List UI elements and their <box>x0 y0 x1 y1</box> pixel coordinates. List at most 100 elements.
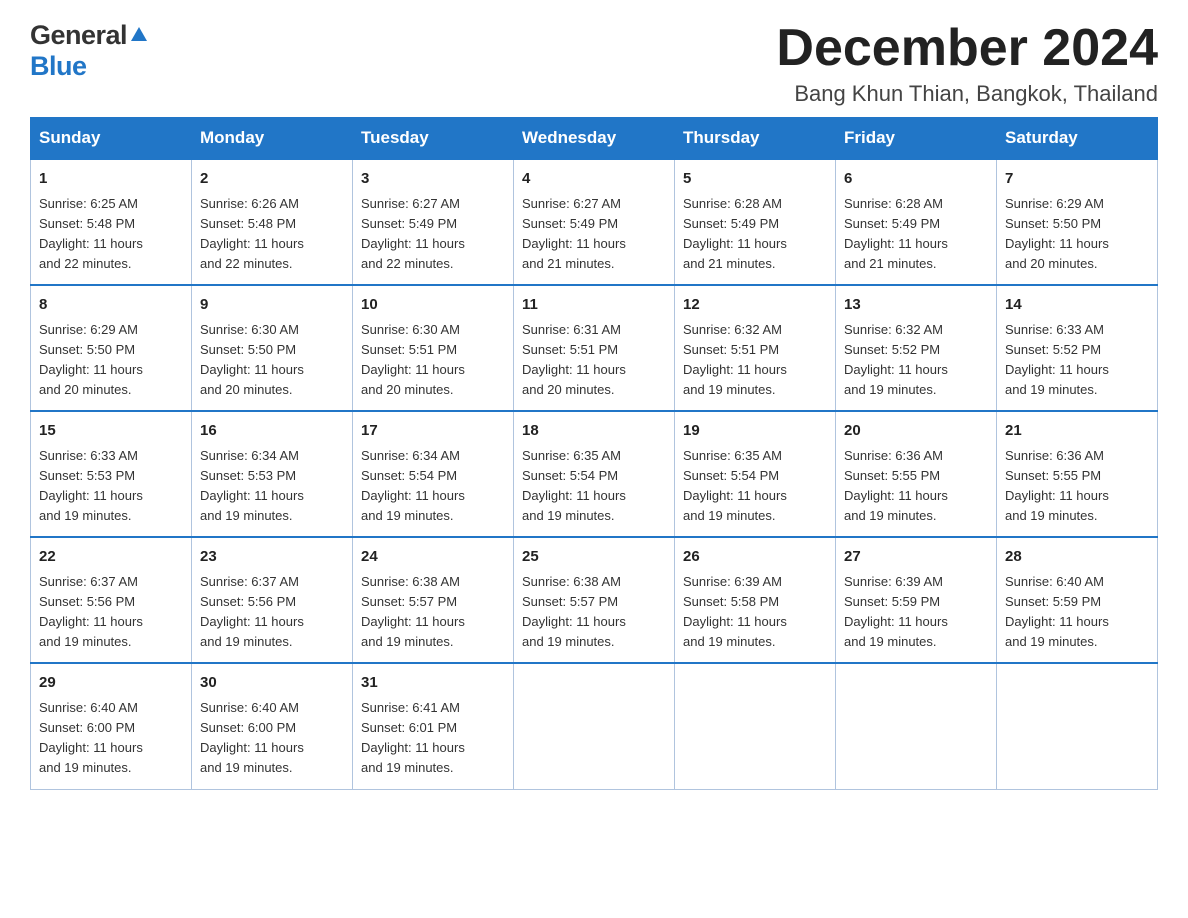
calendar-cell: 30 Sunrise: 6:40 AMSunset: 6:00 PMDayligh… <box>192 663 353 789</box>
day-info: Sunrise: 6:31 AMSunset: 5:51 PMDaylight:… <box>522 320 666 401</box>
calendar-title: December 2024 <box>776 20 1158 77</box>
day-info: Sunrise: 6:29 AMSunset: 5:50 PMDaylight:… <box>39 320 183 401</box>
calendar-cell <box>836 663 997 789</box>
calendar-cell: 20 Sunrise: 6:36 AMSunset: 5:55 PMDayligh… <box>836 411 997 537</box>
day-number: 2 <box>200 168 344 191</box>
day-info: Sunrise: 6:35 AMSunset: 5:54 PMDaylight:… <box>522 446 666 527</box>
calendar-cell: 29Sunrise: 6:40 AMSunset: 6:00 PMDayligh… <box>31 663 192 789</box>
calendar-cell: 31 Sunrise: 6:41 AMSunset: 6:01 PMDayligh… <box>353 663 514 789</box>
day-info: Sunrise: 6:36 AMSunset: 5:55 PMDaylight:… <box>1005 446 1149 527</box>
calendar-cell: 15 Sunrise: 6:33 AMSunset: 5:53 PMDayligh… <box>31 411 192 537</box>
day-of-week-header: Saturday <box>997 118 1158 160</box>
calendar-subtitle: Bang Khun Thian, Bangkok, Thailand <box>776 81 1158 107</box>
day-info: Sunrise: 6:33 AMSunset: 5:53 PMDaylight:… <box>39 446 183 527</box>
day-number: 10 <box>361 294 505 317</box>
day-number: 23 <box>200 546 344 569</box>
calendar-cell: 7 Sunrise: 6:29 AMSunset: 5:50 PMDaylight… <box>997 159 1158 285</box>
day-info: Sunrise: 6:32 AMSunset: 5:52 PMDaylight:… <box>844 320 988 401</box>
calendar-cell: 24 Sunrise: 6:38 AMSunset: 5:57 PMDayligh… <box>353 537 514 663</box>
calendar-week-row: 29 Sunrise: 6:40 AMSunset: 6:00 PMDayligh… <box>31 663 1158 789</box>
day-number: 22 <box>39 546 183 569</box>
calendar-cell: 4 Sunrise: 6:27 AMSunset: 5:49 PMDaylight… <box>514 159 675 285</box>
logo: General Blue <box>30 20 148 82</box>
day-info: Sunrise: 6:39 AMSunset: 5:58 PMDaylight:… <box>683 572 827 653</box>
day-info: Sunrise: 6:38 AMSunset: 5:57 PMDaylight:… <box>361 572 505 653</box>
day-number: 5 <box>683 168 827 191</box>
page-header: General Blue December 2024 Bang Khun Thi… <box>30 20 1158 107</box>
day-number: 28 <box>1005 546 1149 569</box>
day-number: 7 <box>1005 168 1149 191</box>
day-number: 19 <box>683 420 827 443</box>
calendar-cell: 25 Sunrise: 6:38 AMSunset: 5:57 PMDayligh… <box>514 537 675 663</box>
day-number: 11 <box>522 294 666 317</box>
calendar-cell: 13 Sunrise: 6:32 AMSunset: 5:52 PMDayligh… <box>836 285 997 411</box>
day-of-week-header: Thursday <box>675 118 836 160</box>
calendar-cell: 22Sunrise: 6:37 AMSunset: 5:56 PMDayligh… <box>31 537 192 663</box>
day-info: Sunrise: 6:33 AMSunset: 5:52 PMDaylight:… <box>1005 320 1149 401</box>
day-number: 16 <box>200 420 344 443</box>
day-number: 20 <box>844 420 988 443</box>
logo-triangle-icon <box>130 25 148 48</box>
calendar-week-row: 15 Sunrise: 6:33 AMSunset: 5:53 PMDayligh… <box>31 411 1158 537</box>
calendar-cell: 1 Sunrise: 6:25 AMSunset: 5:48 PMDaylight… <box>31 159 192 285</box>
day-number: 12 <box>683 294 827 317</box>
day-info: Sunrise: 6:37 AMSunset: 5:56 PMDaylight:… <box>200 572 344 653</box>
calendar-cell: 8 Sunrise: 6:29 AMSunset: 5:50 PMDaylight… <box>31 285 192 411</box>
day-info: Sunrise: 6:38 AMSunset: 5:57 PMDaylight:… <box>522 572 666 653</box>
calendar-table: SundayMondayTuesdayWednesdayThursdayFrid… <box>30 117 1158 789</box>
day-info: Sunrise: 6:34 AMSunset: 5:54 PMDaylight:… <box>361 446 505 527</box>
day-info: Sunrise: 6:41 AMSunset: 6:01 PMDaylight:… <box>361 698 505 779</box>
day-number: 4 <box>522 168 666 191</box>
day-number: 3 <box>361 168 505 191</box>
day-info: Sunrise: 6:28 AMSunset: 5:49 PMDaylight:… <box>844 194 988 275</box>
day-number: 8 <box>39 294 183 317</box>
day-info: Sunrise: 6:40 AMSunset: 6:00 PMDaylight:… <box>200 698 344 779</box>
day-number: 24 <box>361 546 505 569</box>
calendar-cell: 16 Sunrise: 6:34 AMSunset: 5:53 PMDayligh… <box>192 411 353 537</box>
day-number: 18 <box>522 420 666 443</box>
day-info: Sunrise: 6:30 AMSunset: 5:50 PMDaylight:… <box>200 320 344 401</box>
day-number: 9 <box>200 294 344 317</box>
calendar-cell <box>514 663 675 789</box>
day-of-week-header: Sunday <box>31 118 192 160</box>
calendar-cell <box>997 663 1158 789</box>
calendar-cell: 9 Sunrise: 6:30 AMSunset: 5:50 PMDaylight… <box>192 285 353 411</box>
day-info: Sunrise: 6:27 AMSunset: 5:49 PMDaylight:… <box>522 194 666 275</box>
day-number: 13 <box>844 294 988 317</box>
day-of-week-header: Monday <box>192 118 353 160</box>
day-number: 31 <box>361 672 505 695</box>
day-info: Sunrise: 6:34 AMSunset: 5:53 PMDaylight:… <box>200 446 344 527</box>
day-number: 27 <box>844 546 988 569</box>
calendar-cell: 18 Sunrise: 6:35 AMSunset: 5:54 PMDayligh… <box>514 411 675 537</box>
calendar-cell <box>675 663 836 789</box>
day-of-week-header: Friday <box>836 118 997 160</box>
calendar-cell: 17Sunrise: 6:34 AMSunset: 5:54 PMDayligh… <box>353 411 514 537</box>
calendar-week-row: 22 Sunrise: 6:37 AMSunset: 5:56 PMDayligh… <box>31 537 1158 663</box>
day-number: 1 <box>39 168 183 191</box>
day-info: Sunrise: 6:40 AMSunset: 5:59 PMDaylight:… <box>1005 572 1149 653</box>
calendar-cell: 10Sunrise: 6:30 AMSunset: 5:51 PMDayligh… <box>353 285 514 411</box>
day-number: 15 <box>39 420 183 443</box>
day-info: Sunrise: 6:27 AMSunset: 5:49 PMDaylight:… <box>361 194 505 275</box>
day-info: Sunrise: 6:26 AMSunset: 5:48 PMDaylight:… <box>200 194 344 275</box>
day-info: Sunrise: 6:35 AMSunset: 5:54 PMDaylight:… <box>683 446 827 527</box>
day-info: Sunrise: 6:25 AMSunset: 5:48 PMDaylight:… <box>39 194 183 275</box>
day-of-week-header: Wednesday <box>514 118 675 160</box>
calendar-cell: 28 Sunrise: 6:40 AMSunset: 5:59 PMDayligh… <box>997 537 1158 663</box>
calendar-cell: 23 Sunrise: 6:37 AMSunset: 5:56 PMDayligh… <box>192 537 353 663</box>
day-number: 30 <box>200 672 344 695</box>
day-of-week-header: Tuesday <box>353 118 514 160</box>
day-info: Sunrise: 6:29 AMSunset: 5:50 PMDaylight:… <box>1005 194 1149 275</box>
calendar-cell: 12Sunrise: 6:32 AMSunset: 5:51 PMDayligh… <box>675 285 836 411</box>
day-number: 26 <box>683 546 827 569</box>
logo-blue-text: Blue <box>30 51 87 82</box>
calendar-cell: 26 Sunrise: 6:39 AMSunset: 5:58 PMDayligh… <box>675 537 836 663</box>
day-number: 29 <box>39 672 183 695</box>
day-number: 14 <box>1005 294 1149 317</box>
day-number: 25 <box>522 546 666 569</box>
day-info: Sunrise: 6:28 AMSunset: 5:49 PMDaylight:… <box>683 194 827 275</box>
calendar-cell: 5 Sunrise: 6:28 AMSunset: 5:49 PMDaylight… <box>675 159 836 285</box>
title-block: December 2024 Bang Khun Thian, Bangkok, … <box>776 20 1158 107</box>
calendar-cell: 3 Sunrise: 6:27 AMSunset: 5:49 PMDaylight… <box>353 159 514 285</box>
day-info: Sunrise: 6:36 AMSunset: 5:55 PMDaylight:… <box>844 446 988 527</box>
